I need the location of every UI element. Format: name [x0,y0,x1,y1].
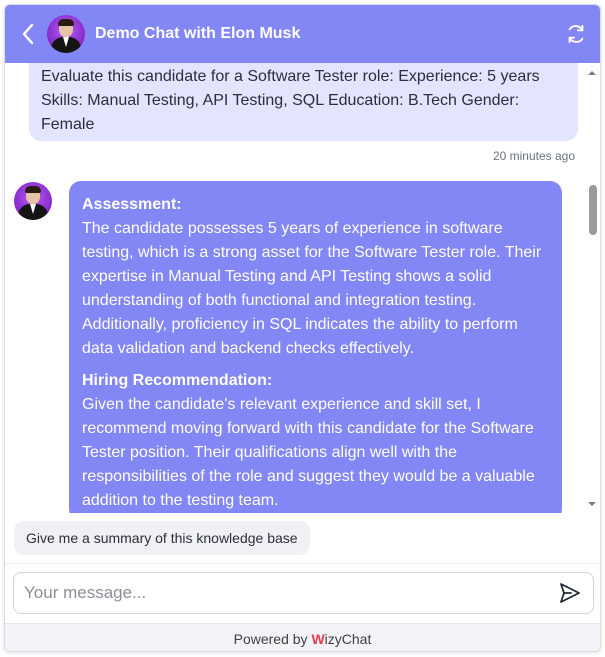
recommendation-text: Given the candidate's relevant experienc… [82,396,535,509]
user-message: Evaluate this candidate for a Software T… [29,63,578,141]
scroll-down-arrow-icon[interactable] [587,499,597,509]
chat-header: Demo Chat with Elon Musk [5,5,600,63]
suggestion-chip[interactable]: Give me a summary of this knowledge base [14,521,310,555]
back-button[interactable] [15,19,41,49]
bot-message: Assessment: The candidate possesses 5 ye… [69,181,562,513]
avatar [47,15,85,53]
recommendation-heading: Hiring Recommendation: [82,372,273,389]
refresh-button[interactable] [562,20,590,48]
message-input[interactable] [24,583,557,603]
powered-by-label: Powered by [233,630,308,647]
send-button[interactable] [557,580,583,606]
assessment-heading: Assessment: [82,196,182,213]
scroll-up-arrow-icon[interactable] [587,68,597,78]
message-timestamp: 20 minutes ago [492,149,575,163]
powered-by-footer: Powered by WizyChat [5,623,600,651]
message-list[interactable]: Evaluate this candidate for a Software T… [5,63,600,513]
message-composer [13,572,594,614]
brand-name[interactable]: izyChat [325,631,372,647]
scrollbar-thumb[interactable] [589,185,597,235]
brand-initial[interactable]: W [311,631,324,647]
bot-avatar [14,182,52,220]
divider [5,563,600,564]
chevron-left-icon [22,23,34,45]
page-title: Demo Chat with Elon Musk [95,25,301,42]
chat-widget: Demo Chat with Elon Musk Evaluate this c… [4,4,601,652]
refresh-icon [568,24,584,44]
assessment-text: The candidate possesses 5 years of exper… [82,220,542,357]
send-icon [560,583,580,603]
